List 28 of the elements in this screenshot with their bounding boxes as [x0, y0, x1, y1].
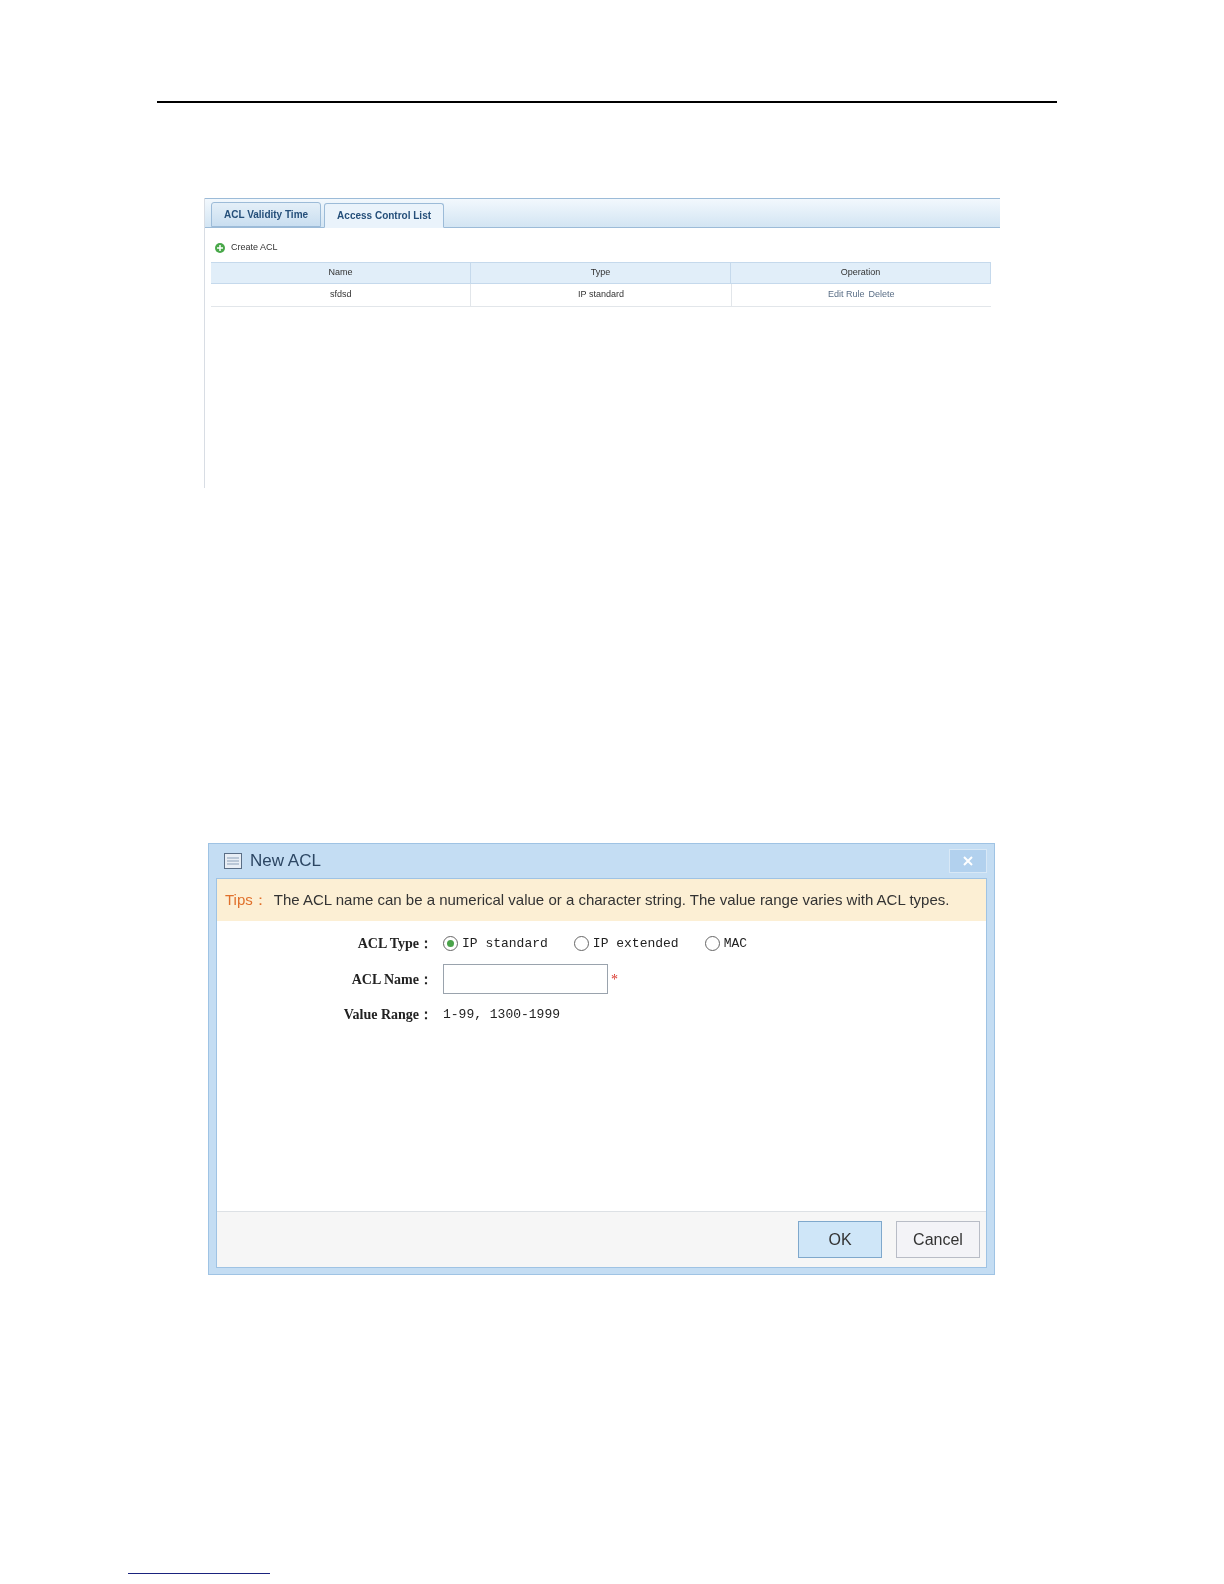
dialog-title: New ACL — [250, 850, 322, 873]
column-header: Operation — [731, 262, 991, 283]
operation-link[interactable]: Edit Rule — [828, 287, 865, 302]
field-label: ACL Name： — [350, 970, 434, 989]
tab[interactable]: Access Control List — [324, 203, 445, 228]
window-icon — [224, 853, 242, 869]
radio-option[interactable]: MAC — [704, 933, 748, 954]
create-acl-button[interactable]: Create ACL — [231, 241, 278, 255]
column-header: Name — [211, 262, 471, 283]
close-icon — [963, 856, 973, 866]
field-label: Value Range： — [342, 1006, 434, 1024]
acl-name-field[interactable] — [443, 964, 608, 994]
tab[interactable]: ACL Validity Time — [211, 202, 322, 227]
radio-option[interactable]: IP extended — [573, 933, 679, 954]
add-icon — [215, 242, 225, 253]
operation-link[interactable]: Delete — [868, 287, 895, 302]
radio-option[interactable]: IP standard — [443, 933, 548, 954]
close-button[interactable] — [949, 849, 987, 873]
dialog-button[interactable]: Cancel — [896, 1221, 980, 1258]
required-mark: * — [611, 970, 618, 989]
table-cell: sfdsd — [211, 283, 472, 306]
tips-label: Tips： — [225, 889, 268, 910]
field-label: ACL Type： — [356, 935, 434, 953]
dialog-button[interactable]: OK — [798, 1221, 882, 1258]
table-cell: IP standard — [471, 283, 732, 306]
column-header: Type — [471, 262, 731, 283]
value-range-text: 1-99, 1300-1999 — [443, 1005, 561, 1024]
tips-text: The ACL name can be a numerical value or a character string. The value range varies with ACL types. — [273, 889, 950, 910]
